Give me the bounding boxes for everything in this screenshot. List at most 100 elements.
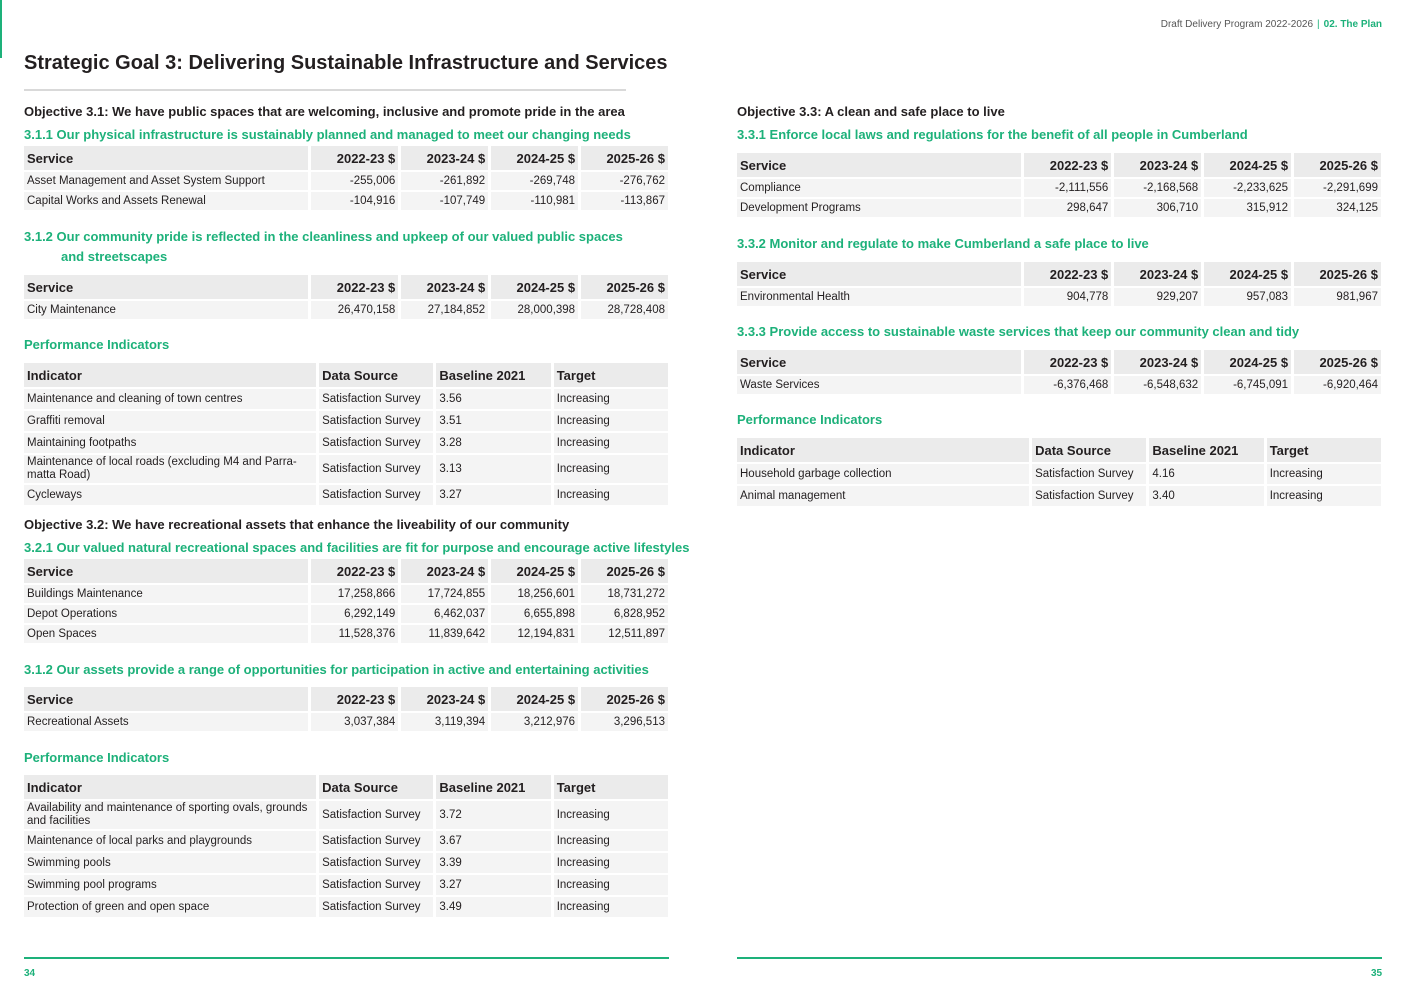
column-header: 2023-24 $ — [401, 275, 489, 299]
table-cell: Animal management — [737, 486, 1030, 506]
column-header: Baseline 2021 — [436, 775, 551, 799]
column-header: 2024-25 $ — [491, 275, 579, 299]
table-row: Buildings Maintenance 17,258,866 17,724,85… — [24, 585, 668, 603]
table-cell: Increasing — [553, 875, 668, 895]
table-cell: 27,184,852 — [401, 301, 489, 319]
column-header: 2025-26 $ — [1294, 262, 1381, 286]
running-header: Draft Delivery Program 2022-2026 | 02. The… — [1161, 19, 1382, 30]
table-cell: -261,892 — [401, 172, 489, 190]
table-cell: Household garbage collection — [737, 464, 1030, 484]
table-row: Household garbage collection Satisfaction… — [737, 464, 1381, 484]
column-header: 2023-24 $ — [1114, 153, 1202, 177]
table-cell: Capital Works and Assets Renewal — [24, 192, 309, 210]
table-cell: 11,839,642 — [401, 625, 489, 643]
column-header: 2024-25 $ — [491, 687, 579, 711]
performance-indicators-heading: Performance Indicators — [737, 412, 883, 427]
column-header: 2023-24 $ — [1114, 350, 1202, 374]
table-cell: Asset Management and Asset System Suppor… — [24, 172, 309, 190]
objective-3-1-heading: Objective 3.1: We have public spaces tha… — [24, 104, 625, 119]
table-row: Asset Management and Asset System Suppor… — [24, 172, 668, 190]
column-header: 2024-25 $ — [1204, 153, 1292, 177]
document-title: Draft Delivery Program 2022-2026 — [1160, 19, 1314, 30]
column-header: Baseline 2021 — [436, 363, 551, 387]
table-cell: 17,724,855 — [401, 585, 489, 603]
column-header: 2024-25 $ — [1204, 262, 1292, 286]
table-cell: 306,710 — [1114, 199, 1202, 217]
table-cell: Protection of green and open space — [24, 897, 317, 917]
column-header: 2022-23 $ — [311, 275, 399, 299]
table-cell: 3.27 — [436, 485, 551, 505]
table-cell: 6,462,037 — [401, 605, 489, 623]
table-cell: Increasing — [1266, 486, 1381, 506]
column-header: 2025-26 $ — [1294, 153, 1381, 177]
table-row: Animal management Satisfaction Survey 3.40… — [737, 486, 1381, 506]
table-header-row: Service 2022-23 $2023-24 $2024-25 $2025-2… — [24, 687, 668, 711]
table-header-row: Service 2022-23 $2023-24 $2024-25 $2025-2… — [737, 350, 1381, 374]
table-cell: 3,296,513 — [581, 713, 668, 731]
table-cell: 929,207 — [1114, 288, 1202, 306]
subsection-3-1-2b-heading: 3.1.2 Our assets provide a range of oppo… — [24, 662, 649, 677]
table-cell: 324,125 — [1294, 199, 1381, 217]
column-header: 2023-24 $ — [401, 687, 489, 711]
table-row: Swimming pool programs Satisfaction Surve… — [24, 875, 668, 895]
table-cell: Open Spaces — [24, 625, 309, 643]
table-row: Recreational Assets 3,037,384 3,119,394 3,2… — [24, 713, 668, 731]
table-cell: Satisfaction Survey — [1032, 486, 1147, 506]
column-header: 2025-26 $ — [581, 559, 668, 583]
table-cell: -2,111,556 — [1024, 179, 1112, 197]
table-row: Maintenance of local roads (excluding M4… — [24, 455, 668, 483]
table-cell: Satisfaction Survey — [319, 801, 434, 829]
table-row: Environmental Health 904,778 929,207 957,08… — [737, 288, 1381, 306]
table-cell: -6,745,091 — [1204, 376, 1292, 394]
table-cell: Satisfaction Survey — [319, 389, 434, 409]
page-title: Strategic Goal 3: Delivering Sustainable… — [24, 52, 668, 74]
subsection-3-2-1-heading: 3.2.1 Our valued natural recreational sp… — [24, 540, 690, 555]
table-cell: Increasing — [553, 389, 668, 409]
table-cell: 3.56 — [436, 389, 551, 409]
indicator-table: Indicator Data Source Baseline 2021 Target A… — [21, 773, 671, 919]
table-cell: Swimming pools — [24, 853, 317, 873]
table-cell: Maintaining footpaths — [24, 433, 317, 453]
table-cell: Satisfaction Survey — [1032, 464, 1147, 484]
table-row: City Maintenance 26,470,158 27,184,852 28,0… — [24, 301, 668, 319]
table-cell: Recreational Assets — [24, 713, 309, 731]
table-cell: 957,083 — [1204, 288, 1292, 306]
table-row: Capital Works and Assets Renewal -104,916… — [24, 192, 668, 210]
column-header: Service — [737, 153, 1022, 177]
table-cell: 3.13 — [436, 455, 551, 483]
page-number-right: 35 — [1371, 968, 1383, 979]
table-row: Protection of green and open space Satisf… — [24, 897, 668, 917]
table-cell: 904,778 — [1024, 288, 1112, 306]
table-row: Graffiti removal Satisfaction Survey 3.51 I… — [24, 411, 668, 431]
service-table: Service 2022-23 $2023-24 $2024-25 $2025-2… — [21, 144, 671, 212]
table-cell: -276,762 — [581, 172, 668, 190]
section-label: 02. The Plan — [1323, 19, 1382, 30]
table-row: Swimming pools Satisfaction Survey 3.39 Inc… — [24, 853, 668, 873]
table-cell: Graffiti removal — [24, 411, 317, 431]
column-header: 2024-25 $ — [491, 146, 579, 170]
column-header: 2024-25 $ — [1204, 350, 1292, 374]
table-cell: Increasing — [553, 411, 668, 431]
table-row: Depot Operations 6,292,149 6,462,037 6,655,… — [24, 605, 668, 623]
column-header: 2022-23 $ — [311, 146, 399, 170]
table-cell: 4.16 — [1149, 464, 1264, 484]
table-cell: -6,548,632 — [1114, 376, 1202, 394]
table-cell: Increasing — [1266, 464, 1381, 484]
objective-3-2-heading: Objective 3.2: We have recreational asse… — [24, 517, 570, 532]
table-row: Development Programs 298,647 306,710 315,91… — [737, 199, 1381, 217]
table-cell: -104,916 — [311, 192, 399, 210]
table-cell: Satisfaction Survey — [319, 485, 434, 505]
column-header: Data Source — [319, 363, 434, 387]
table-cell: Satisfaction Survey — [319, 411, 434, 431]
table-cell: 11,528,376 — [311, 625, 399, 643]
column-header: 2025-26 $ — [581, 687, 668, 711]
table-cell: 3.72 — [436, 801, 551, 829]
table-cell: 3.27 — [436, 875, 551, 895]
table-cell: 298,647 — [1024, 199, 1112, 217]
table-cell: 17,258,866 — [311, 585, 399, 603]
table-row: Availability and maintenance of sporting… — [24, 801, 668, 829]
table-cell: Satisfaction Survey — [319, 875, 434, 895]
table-cell: Satisfaction Survey — [319, 455, 434, 483]
heading-line: 3.1.2 Our community pride is reflected i… — [24, 229, 623, 244]
table-cell: 6,292,149 — [311, 605, 399, 623]
